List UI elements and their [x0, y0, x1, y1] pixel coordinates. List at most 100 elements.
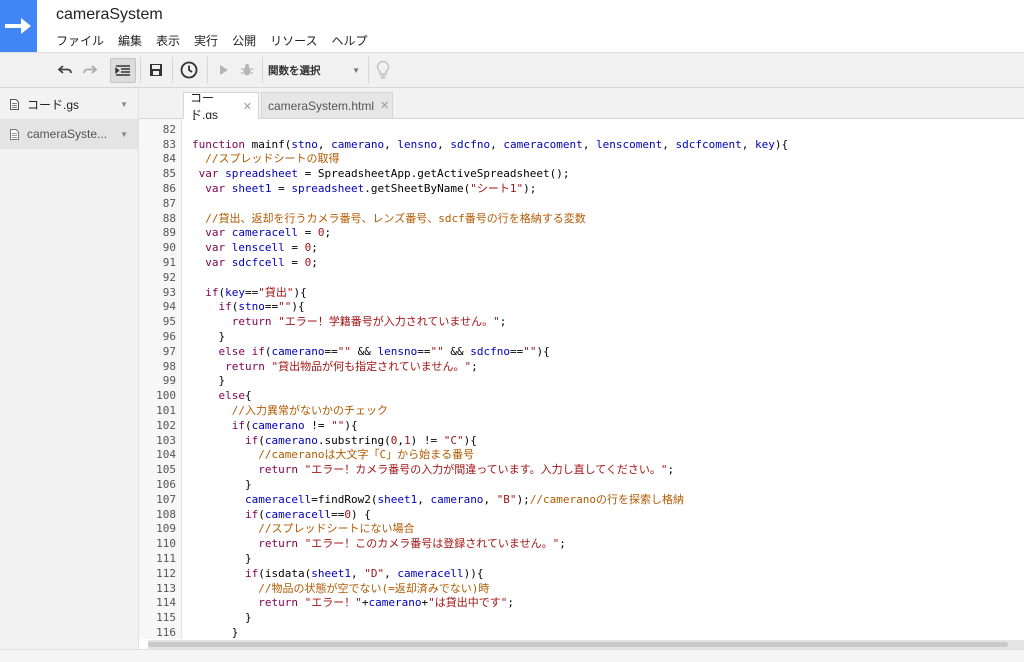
toolbar-separator [262, 57, 263, 83]
file-item-code-gs[interactable]: コード.gs ▼ [0, 89, 138, 119]
line-number: 89 [162, 226, 176, 240]
close-icon[interactable]: ✕ [243, 100, 252, 113]
code-text: cameracell=findRow2(sheet1, camerano, "B… [244, 492, 685, 506]
function-select-label: 関数を選択 [268, 64, 321, 77]
line-number: 104 [156, 448, 176, 462]
menu-view[interactable]: 表示 [156, 32, 180, 49]
file-sidebar: コード.gs ▼ cameraSyste... ▼ [0, 88, 139, 661]
line-number: 96 [162, 329, 176, 343]
code-text: var spreadsheet = SpreadsheetApp.getActi… [198, 167, 570, 181]
code-text: var cameracell = 0; [205, 226, 332, 240]
code-text: var lenscell = 0; [205, 241, 318, 255]
code-line: 89 var cameracell = 0; [139, 226, 1024, 241]
line-number: 102 [156, 418, 176, 432]
function-select-dropdown[interactable]: 関数を選択 ▼ [268, 59, 364, 81]
code-line: 96 } [139, 330, 1024, 345]
code-text: if(camerano != ""){ [231, 418, 358, 432]
code-text: if(key=="貸出"){ [205, 285, 307, 299]
code-line: 115 } [139, 611, 1024, 626]
code-line: 91 var sdcfcell = 0; [139, 256, 1024, 271]
code-text: } [192, 374, 226, 388]
line-number: 112 [156, 566, 176, 580]
toolbar-separator [207, 57, 208, 83]
lightbulb-icon[interactable] [373, 58, 393, 81]
code-line: 86 var sheet1 = spreadsheet.getSheetByNa… [139, 182, 1024, 197]
project-title[interactable]: cameraSystem [56, 6, 163, 24]
line-number: 111 [156, 551, 176, 565]
code-line: 102 if(camerano != ""){ [139, 419, 1024, 434]
menu-edit[interactable]: 編集 [118, 32, 142, 49]
code-text: } [192, 477, 252, 491]
code-text: function mainf(stno, camerano, lensno, s… [192, 137, 789, 151]
line-number: 100 [156, 389, 176, 403]
chevron-down-icon[interactable]: ▼ [120, 100, 128, 109]
indent-icon[interactable] [110, 58, 136, 83]
line-number: 113 [156, 581, 176, 595]
code-line: 108 if(cameracell==0) { [139, 508, 1024, 523]
toolbar: 関数を選択 ▼ [0, 53, 1024, 88]
code-editor[interactable]: 81}8283function mainf(stno, camerano, le… [139, 119, 1024, 639]
tab-label: コード.gs [190, 91, 219, 122]
line-number: 105 [156, 463, 176, 477]
toolbar-separator [172, 57, 173, 83]
code-line: 114 return "エラー！"+camerano+"は貸出中です"; [139, 596, 1024, 611]
code-line: 116 } [139, 626, 1024, 639]
clock-trigger-icon[interactable] [178, 58, 200, 81]
tab-camerasystem-html[interactable]: cameraSystem.html ✕ [261, 92, 393, 118]
line-number: 95 [162, 315, 176, 329]
code-text: } [192, 625, 239, 639]
undo-icon[interactable] [55, 58, 75, 81]
code-line: 106 } [139, 478, 1024, 493]
code-text: //スプレッドシートの取得 [205, 152, 340, 166]
line-number: 114 [156, 596, 176, 610]
save-icon[interactable] [146, 58, 166, 81]
scrollbar-thumb[interactable] [148, 642, 1008, 647]
menu-publish[interactable]: 公開 [232, 32, 256, 49]
code-text: return "エラー！このカメラ番号は登録されていません。"; [258, 537, 566, 551]
code-line: 109 //スプレッドシートにない場合 [139, 522, 1024, 537]
code-line: 94 if(stno==""){ [139, 300, 1024, 315]
line-number: 109 [156, 522, 176, 536]
code-line: 85 var spreadsheet = SpreadsheetApp.getA… [139, 167, 1024, 182]
code-text: return "貸出物品が何も指定されていません。"; [225, 359, 478, 373]
code-line: 93 if(key=="貸出"){ [139, 286, 1024, 301]
code-text: //入力異常がないかのチェック [231, 403, 388, 417]
toolbar-separator [368, 57, 369, 83]
code-text: return "エラー！学籍番号が入力されていません。"; [231, 315, 507, 329]
horizontal-scrollbar[interactable] [148, 640, 1024, 649]
line-number: 87 [162, 196, 176, 210]
code-text: var sheet1 = spreadsheet.getSheetByName(… [205, 181, 537, 195]
code-line: 104 //cameranoは大文字「C」から始まる番号 [139, 448, 1024, 463]
menu-file[interactable]: ファイル [56, 32, 104, 49]
document-icon [10, 98, 19, 110]
menu-run[interactable]: 実行 [194, 32, 218, 49]
code-line: 113 //物品の状態が空でない(=返却済みでない)時 [139, 582, 1024, 597]
line-number: 110 [156, 537, 176, 551]
code-line: 83 function mainf(stno, camerano, lensno,… [139, 138, 1024, 153]
code-text: return "エラー！"+camerano+"は貸出中です"; [258, 596, 514, 610]
menu-help[interactable]: ヘルプ [331, 32, 367, 49]
line-number: 116 [156, 625, 176, 639]
chevron-down-icon[interactable]: ▼ [120, 130, 128, 139]
code-text: //物品の状態が空でない(=返却済みでない)時 [258, 581, 490, 595]
line-number: 90 [162, 241, 176, 255]
redo-icon[interactable] [80, 58, 100, 81]
line-number: 85 [162, 167, 176, 181]
tab-code-gs[interactable]: コード.gs ✕ [183, 91, 259, 122]
run-icon[interactable] [215, 58, 233, 81]
line-number: 92 [162, 270, 176, 284]
code-line: 111 } [139, 552, 1024, 567]
line-number: 91 [162, 255, 176, 269]
code-text: //貸出、返却を行うカメラ番号、レンズ番号、sdcf番号の行を格納する変数 [205, 211, 586, 225]
code-line: 90 var lenscell = 0; [139, 241, 1024, 256]
menu-resources[interactable]: リソース [270, 32, 317, 49]
code-line: 88 //貸出、返却を行うカメラ番号、レンズ番号、sdcf番号の行を格納する変数 [139, 212, 1024, 227]
code-text: //cameranoは大文字「C」から始まる番号 [258, 448, 475, 462]
code-line: 103 if(camerano.substring(0,1) != "C"){ [139, 434, 1024, 449]
line-number: 82 [162, 122, 176, 136]
debug-bug-icon[interactable] [238, 58, 256, 81]
code-line: 92 [139, 271, 1024, 286]
apps-script-logo[interactable] [0, 0, 37, 52]
close-icon[interactable]: ✕ [380, 99, 389, 112]
file-item-camerasystem-html[interactable]: cameraSyste... ▼ [0, 119, 138, 149]
